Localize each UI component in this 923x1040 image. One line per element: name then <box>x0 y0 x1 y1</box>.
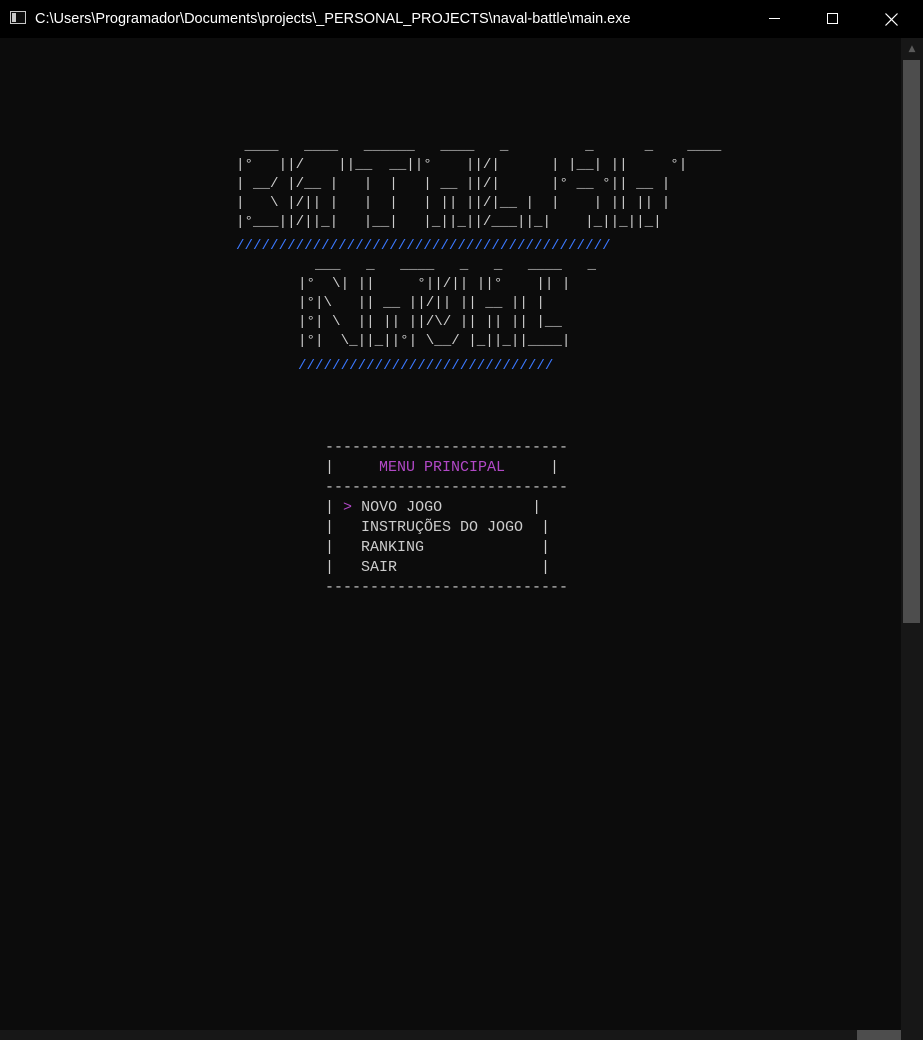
menu-item-label: SAIR <box>361 559 398 576</box>
naval-underline: ////////////////////////////// <box>298 358 554 374</box>
menu-title-border-left: | <box>325 459 380 476</box>
menu-item-sair[interactable]: | SAIR | <box>325 558 550 578</box>
menu-item-instrucoes[interactable]: | INSTRUÇÕES DO JOGO | <box>325 518 550 538</box>
menu-border-top: --------------------------- <box>325 439 569 456</box>
title-bar[interactable]: C:\Users\Programador\Documents\projects\… <box>0 0 923 38</box>
menu-title-border-right: | <box>505 459 560 476</box>
menu-item-label: NOVO JOGO <box>361 499 443 516</box>
menu-border-mid: --------------------------- <box>325 479 569 496</box>
close-icon <box>885 13 898 26</box>
close-button[interactable] <box>862 0 920 38</box>
window-title: C:\Users\Programador\Documents\projects\… <box>35 11 631 27</box>
maximize-icon <box>827 13 838 24</box>
horizontal-scroll-thumb[interactable] <box>857 1030 901 1040</box>
menu-item-label: INSTRUÇÕES DO JOGO <box>361 519 524 536</box>
menu-border-bottom: --------------------------- <box>325 579 569 596</box>
scroll-up-arrow-icon[interactable]: ▲ <box>901 38 923 60</box>
vertical-scroll-thumb[interactable] <box>903 60 920 623</box>
console-window: C:\Users\Programador\Documents\projects\… <box>0 0 923 1040</box>
minimize-icon <box>769 18 780 19</box>
minimize-button[interactable] <box>745 0 803 38</box>
maximize-button[interactable] <box>803 0 861 38</box>
selection-cursor-icon: > <box>343 499 353 516</box>
menu-title-row: | MENU PRINCIPAL | <box>325 458 559 478</box>
menu-item-ranking[interactable]: | RANKING | <box>325 538 550 558</box>
menu-item-novo-jogo[interactable]: | > NOVO JOGO | <box>325 498 541 518</box>
vertical-scrollbar[interactable]: ▲ <box>901 38 923 1030</box>
naval-ascii-art: ___ _ ____ _ _ ____ _ |° \| || °||/|| ||… <box>298 257 596 349</box>
menu-item-label: RANKING <box>361 539 425 556</box>
horizontal-scrollbar[interactable] <box>0 1030 923 1040</box>
menu-title: MENU PRINCIPAL <box>379 459 506 476</box>
console-app-icon <box>10 11 26 24</box>
console-output: ____ ____ ______ ____ _ _ _ ____ |° ||/ … <box>0 38 901 1030</box>
batalha-underline: ////////////////////////////////////////… <box>236 238 611 254</box>
batalha-ascii-art: ____ ____ ______ ____ _ _ _ ____ |° ||/ … <box>236 138 722 230</box>
